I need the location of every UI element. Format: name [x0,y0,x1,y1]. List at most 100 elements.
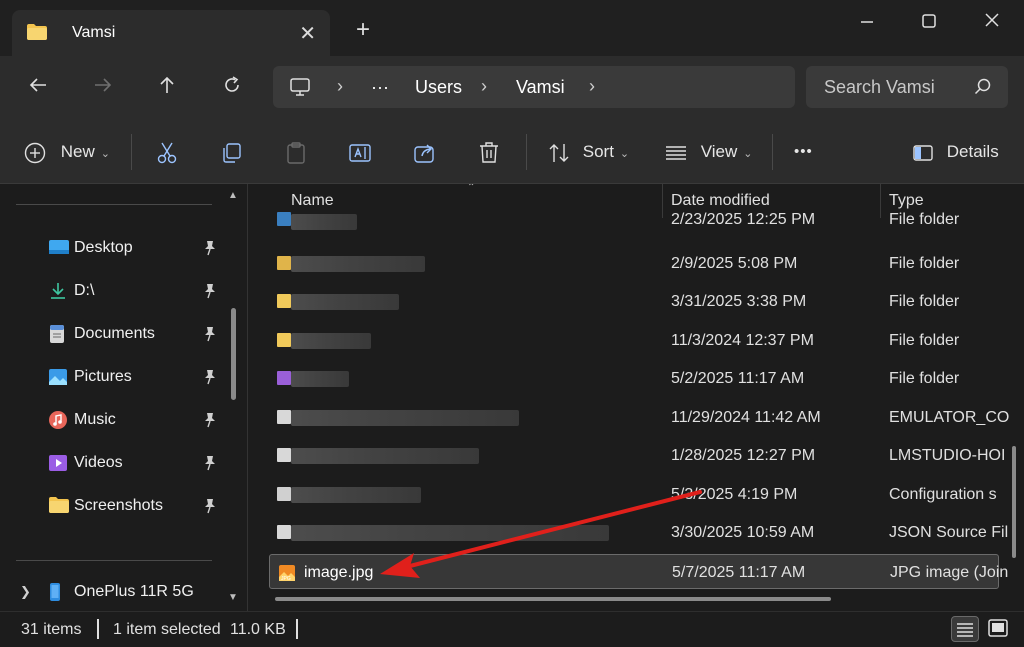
sidebar-item-pictures[interactable]: Pictures [0,357,232,397]
date-modified: 5/2/2025 11:17 AM [671,370,805,387]
download-icon [48,281,68,301]
sidebar-divider [16,560,212,561]
breadcrumb-users[interactable]: Users [415,77,462,98]
pin-icon[interactable] [203,412,217,433]
file-type: EMULATOR_CO [889,409,1010,426]
refresh-button[interactable] [216,74,248,102]
minimize-button[interactable] [852,10,882,34]
sidebar-item-label: Screenshots [74,497,163,514]
file-row[interactable]: 11/29/2024 11:42 AM EMULATOR_CO [269,400,1009,436]
file-row[interactable]: 5/3/2025 4:19 PM Configuration s [269,477,999,513]
pin-icon[interactable] [203,283,217,304]
pin-icon[interactable] [203,240,217,261]
details-pane-icon [913,144,933,161]
file-icon [277,448,291,462]
file-row-selected[interactable]: JPG image.jpg 5/7/2025 11:17 AM JPG imag… [269,554,1008,589]
svg-text:JPG: JPG [281,576,291,582]
item-count: 31 items [21,621,82,638]
file-row[interactable]: 3/31/2025 3:38 PM File folder [269,284,999,320]
delete-button[interactable] [478,138,500,166]
chevron-right-icon[interactable]: › [337,76,343,97]
pin-icon[interactable] [203,369,217,390]
sort-icon [549,143,569,162]
file-row[interactable]: 2/9/2025 5:08 PM File folder [269,246,999,282]
maximize-button[interactable] [914,10,944,34]
sidebar-item-desktop[interactable]: Desktop [0,228,232,268]
copy-button[interactable] [220,138,242,166]
view-button[interactable]: View ⌄ [664,138,753,168]
up-button[interactable] [151,74,183,102]
pin-icon[interactable] [203,498,217,519]
sidebar-item-videos[interactable]: Videos [0,443,232,483]
rename-button[interactable] [348,138,374,166]
file-row[interactable]: 5/2/2025 11:17 AM File folder [269,361,999,397]
chevron-right-icon[interactable]: › [481,76,487,97]
jpg-file-icon: JPG [278,564,296,587]
cut-button[interactable] [156,138,178,166]
sidebar-item-d-drive[interactable]: D:\ [0,271,232,311]
tiles-view-button[interactable] [985,616,1013,642]
file-row[interactable]: 1/28/2025 12:27 PM LMSTUDIO-HOI [269,438,1005,474]
plus-circle-icon [24,142,46,163]
file-type: JPG image (Join [890,564,1009,581]
tiles-view-icon [988,619,1008,637]
sidebar-item-oneplus[interactable]: ❯ OnePlus 11R 5G [0,572,232,612]
sidebar-item-screenshots[interactable]: Screenshots [0,486,232,526]
details-label: Details [946,142,999,161]
folder-icon [277,294,291,308]
sidebar-item-documents[interactable]: Documents [0,314,232,354]
tab-vamsi[interactable]: Vamsi ✕ [12,10,330,56]
new-tab-button[interactable]: + [356,18,370,42]
status-divider [97,619,99,639]
chevron-right-icon[interactable]: › [589,76,595,97]
toolbar-divider [131,134,132,170]
selection-count: 1 item selected [113,621,221,638]
date-modified: 11/29/2024 11:42 AM [671,409,821,426]
chevron-right-icon[interactable]: ❯ [20,584,31,600]
redacted-filename [291,487,421,503]
status-divider [296,619,298,639]
search-box[interactable] [806,66,1008,108]
file-row[interactable]: 11/3/2024 12:37 PM File folder [269,323,999,359]
breadcrumb-overflow[interactable]: ··· [371,77,389,98]
sidebar-item-music[interactable]: Music [0,400,232,440]
paste-button[interactable] [285,138,307,166]
date-modified: 2/23/2025 12:25 PM [671,211,816,228]
file-icon [277,410,291,424]
view-label: View [700,142,738,161]
close-tab-icon[interactable]: ✕ [299,21,316,46]
new-button[interactable]: New ⌄ [24,138,110,168]
view-list-icon [666,145,686,160]
documents-icon [48,324,68,344]
file-row[interactable]: 3/30/2025 10:59 AM JSON Source Fil [269,515,1008,551]
navigation-bar: › ··· Users › Vamsi › [0,56,1024,120]
scroll-down-arrow-icon[interactable]: ▼ [228,592,238,603]
scroll-up-arrow-icon[interactable]: ▲ [228,190,238,201]
file-row[interactable]: 2/23/2025 12:25 PM File folder [269,208,999,238]
toolbar-divider [526,134,527,170]
sidebar-scrollbar-thumb[interactable] [231,308,236,400]
breadcrumb-vamsi[interactable]: Vamsi [516,77,565,98]
sort-label: Sort [582,142,614,161]
sort-button[interactable]: Sort ⌄ [548,138,629,168]
back-button[interactable] [22,74,54,102]
search-icon[interactable] [974,78,992,101]
copy-icon [223,142,241,163]
trash-icon [480,141,498,163]
tab-title: Vamsi [72,24,116,41]
date-modified: 3/31/2025 3:38 PM [671,293,807,310]
forward-button[interactable] [87,74,119,102]
vertical-scrollbar-thumb[interactable] [1012,446,1016,558]
details-view-button[interactable] [951,616,979,642]
share-button[interactable] [413,138,437,166]
details-button[interactable]: Details [912,138,999,166]
address-bar[interactable]: › ··· Users › Vamsi › [273,66,795,108]
pin-icon[interactable] [203,455,217,476]
close-window-button[interactable] [977,10,1007,34]
pin-icon[interactable] [203,326,217,347]
file-type: Configuration s [889,486,997,503]
more-options-button[interactable]: ••• [794,138,813,166]
search-input[interactable] [824,75,964,99]
status-bar: 31 items 1 item selected 11.0 KB [0,611,1024,647]
horizontal-scrollbar-thumb[interactable] [275,597,831,601]
